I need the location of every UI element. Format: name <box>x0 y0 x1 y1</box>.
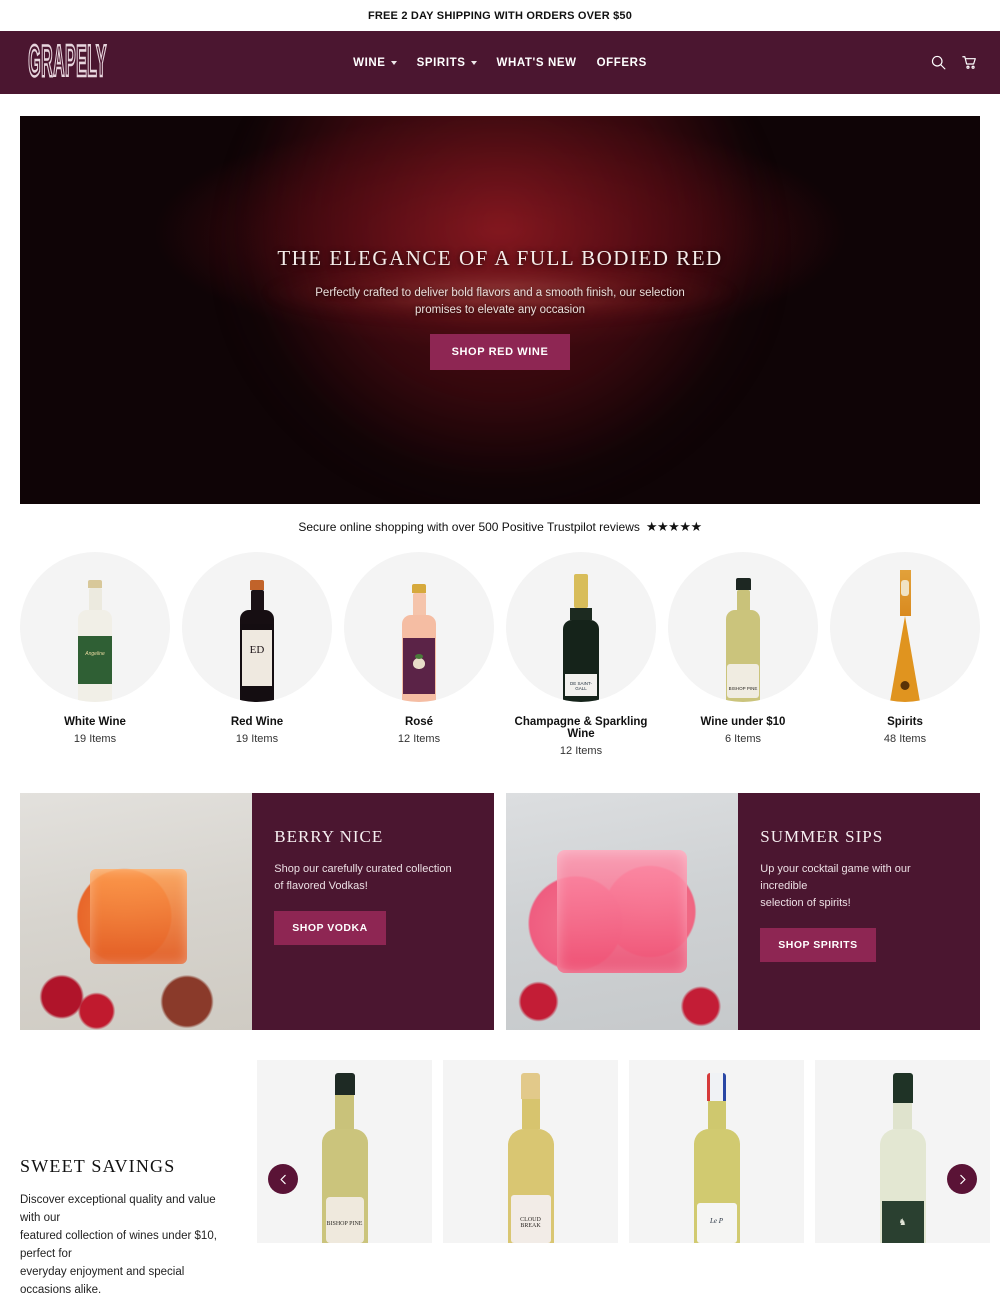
bottle-graphic: Le P <box>691 1073 743 1243</box>
category-name: Rosé <box>404 716 434 728</box>
promo-description-line-2: of flavored Vodkas! <box>274 880 368 892</box>
category-image-wine-under-10: BISHOP PINE <box>668 552 818 702</box>
product-card[interactable]: Le P <box>629 1060 804 1243</box>
product-card[interactable]: CLOUD BREAK <box>443 1060 618 1243</box>
category-image-spirits <box>830 552 980 702</box>
sweet-savings-line-2: featured collection of wines under $10, … <box>20 1230 217 1260</box>
cocktail-image <box>506 793 739 1030</box>
chevron-down-icon <box>390 60 397 65</box>
cart-icon[interactable] <box>961 54 978 71</box>
chevron-down-icon <box>470 60 477 65</box>
bottle-graphic <box>400 584 438 702</box>
promo-title: SUMMER SIPS <box>760 827 884 846</box>
site-header: GRAPELY WINE SPIRITS WHAT'S NEW OFFERS <box>0 31 1000 94</box>
hero-subtitle-line-1: Perfectly crafted to deliver bold flavor… <box>315 287 685 299</box>
main-navigation: WINE SPIRITS WHAT'S NEW OFFERS <box>0 57 1000 69</box>
category-count: 12 Items <box>559 745 603 757</box>
promo-image-berry-nice <box>20 793 253 1030</box>
promo-summer-sips: SUMMER SIPS Up your cocktail game with o… <box>506 793 980 1030</box>
carousel-next-button[interactable] <box>947 1164 977 1194</box>
sweet-savings-line-3: everyday enjoyment and special occasions… <box>20 1266 185 1296</box>
product-carousel: BISHOP PINE CLOUD BREAK Le P ♞ <box>257 1060 1000 1243</box>
sweet-savings-section: SWEET SAVINGS Discover exceptional quali… <box>0 1060 1000 1296</box>
hero-content: THE ELEGANCE OF A FULL BODIED RED Perfec… <box>20 246 980 370</box>
logo-text: GRAPELY <box>28 36 108 88</box>
cocktail-image <box>20 793 253 1030</box>
category-white-wine[interactable]: Angeline White Wine 19 Items <box>20 552 170 757</box>
promo-description-line-2: selection of spirits! <box>760 897 851 909</box>
category-spirits[interactable]: Spirits 48 Items <box>830 552 980 757</box>
nav-label-wine: WINE <box>353 56 386 69</box>
nav-item-spirits[interactable]: SPIRITS <box>417 57 477 69</box>
nav-label-whats-new: WHAT'S NEW <box>496 56 577 69</box>
sweet-savings-text: SWEET SAVINGS Discover exceptional quali… <box>20 1060 257 1296</box>
bottle-graphic: ♞ <box>877 1073 929 1243</box>
promo-description-line-1: Up your cocktail game with our incredibl… <box>760 863 911 892</box>
category-name: Champagne & Sparkling Wine <box>514 716 648 740</box>
trustpilot-text: Secure online shopping with over 500 Pos… <box>298 520 640 534</box>
category-count: 19 Items <box>73 733 117 745</box>
category-count: 12 Items <box>397 733 441 745</box>
category-name: Wine under $10 <box>700 716 786 728</box>
category-image-red-wine: ED <box>182 552 332 702</box>
promo-banner-list: BERRY NICE Shop our carefully curated co… <box>0 793 1000 1030</box>
hero-banner: THE ELEGANCE OF A FULL BODIED RED Perfec… <box>20 116 980 504</box>
bottle-graphic: DE SAINT-GALL <box>562 574 600 702</box>
trustpilot-banner: Secure online shopping with over 500 Pos… <box>0 504 1000 550</box>
promo-description-line-1: Shop our carefully curated collection <box>274 863 452 875</box>
category-name: White Wine <box>64 716 126 728</box>
product-card[interactable]: BISHOP PINE <box>257 1060 432 1243</box>
nav-item-offers[interactable]: OFFERS <box>597 57 647 69</box>
category-rose[interactable]: Rosé 12 Items <box>344 552 494 757</box>
category-list: Angeline White Wine 19 Items ED Red Wine… <box>0 552 1000 757</box>
promo-text-berry-nice: BERRY NICE Shop our carefully curated co… <box>252 793 494 1030</box>
hero-title: THE ELEGANCE OF A FULL BODIED RED <box>277 246 723 270</box>
announcement-text: FREE 2 DAY SHIPPING WITH ORDERS OVER $50 <box>367 9 633 22</box>
shop-spirits-button[interactable]: SHOP SPIRITS <box>760 928 876 962</box>
nav-item-wine[interactable]: WINE <box>353 56 397 69</box>
nav-item-whats-new[interactable]: WHAT'S NEW <box>497 57 577 69</box>
promo-image-summer-sips <box>506 793 739 1030</box>
star-rating-icon: ★★★★★ <box>645 519 702 534</box>
category-red-wine[interactable]: ED Red Wine 19 Items <box>182 552 332 757</box>
category-count: 48 Items <box>883 733 927 745</box>
bottle-graphic: Angeline <box>76 580 114 702</box>
sweet-savings-description: Discover exceptional quality and value w… <box>20 1191 235 1299</box>
hero-subtitle: Perfectly crafted to deliver bold flavor… <box>20 285 980 319</box>
category-count: 6 Items <box>724 733 762 745</box>
category-name: Red Wine <box>230 716 284 728</box>
sweet-savings-line-1: Discover exceptional quality and value w… <box>20 1194 216 1224</box>
header-actions <box>930 54 978 71</box>
nav-label-spirits: SPIRITS <box>416 56 466 69</box>
promo-berry-nice: BERRY NICE Shop our carefully curated co… <box>20 793 494 1030</box>
category-image-champagne: DE SAINT-GALL <box>506 552 656 702</box>
promo-description: Shop our carefully curated collection of… <box>274 861 472 895</box>
bottle-graphic: ED <box>238 580 276 702</box>
category-wine-under-10[interactable]: BISHOP PINE Wine under $10 6 Items <box>668 552 818 757</box>
bottle-graphic: BISHOP PINE <box>724 578 762 702</box>
carousel-prev-button[interactable] <box>268 1164 298 1194</box>
shop-red-wine-button[interactable]: SHOP RED WINE <box>429 334 571 370</box>
shop-vodka-button[interactable]: SHOP VODKA <box>274 911 386 945</box>
hero-subtitle-line-2: promises to elevate any occasion <box>414 304 586 316</box>
bottle-graphic <box>886 570 924 702</box>
site-logo[interactable]: GRAPELY <box>22 36 114 88</box>
category-image-rose <box>344 552 494 702</box>
category-name: Spirits <box>887 716 923 728</box>
search-icon[interactable] <box>930 54 947 71</box>
promo-text-summer-sips: SUMMER SIPS Up your cocktail game with o… <box>738 793 980 1030</box>
bottle-graphic: BISHOP PINE <box>319 1073 371 1243</box>
promo-description: Up your cocktail game with our incredibl… <box>760 861 958 912</box>
category-count: 19 Items <box>235 733 279 745</box>
bottle-graphic: CLOUD BREAK <box>505 1073 557 1243</box>
category-image-white-wine: Angeline <box>20 552 170 702</box>
product-card[interactable]: ♞ <box>815 1060 990 1243</box>
category-champagne-sparkling-wine[interactable]: DE SAINT-GALL Champagne & Sparkling Wine… <box>506 552 656 757</box>
nav-label-offers: OFFERS <box>596 56 647 69</box>
announcement-bar: FREE 2 DAY SHIPPING WITH ORDERS OVER $50 <box>0 0 1000 31</box>
sweet-savings-title: SWEET SAVINGS <box>20 1156 176 1176</box>
promo-title: BERRY NICE <box>274 827 384 846</box>
